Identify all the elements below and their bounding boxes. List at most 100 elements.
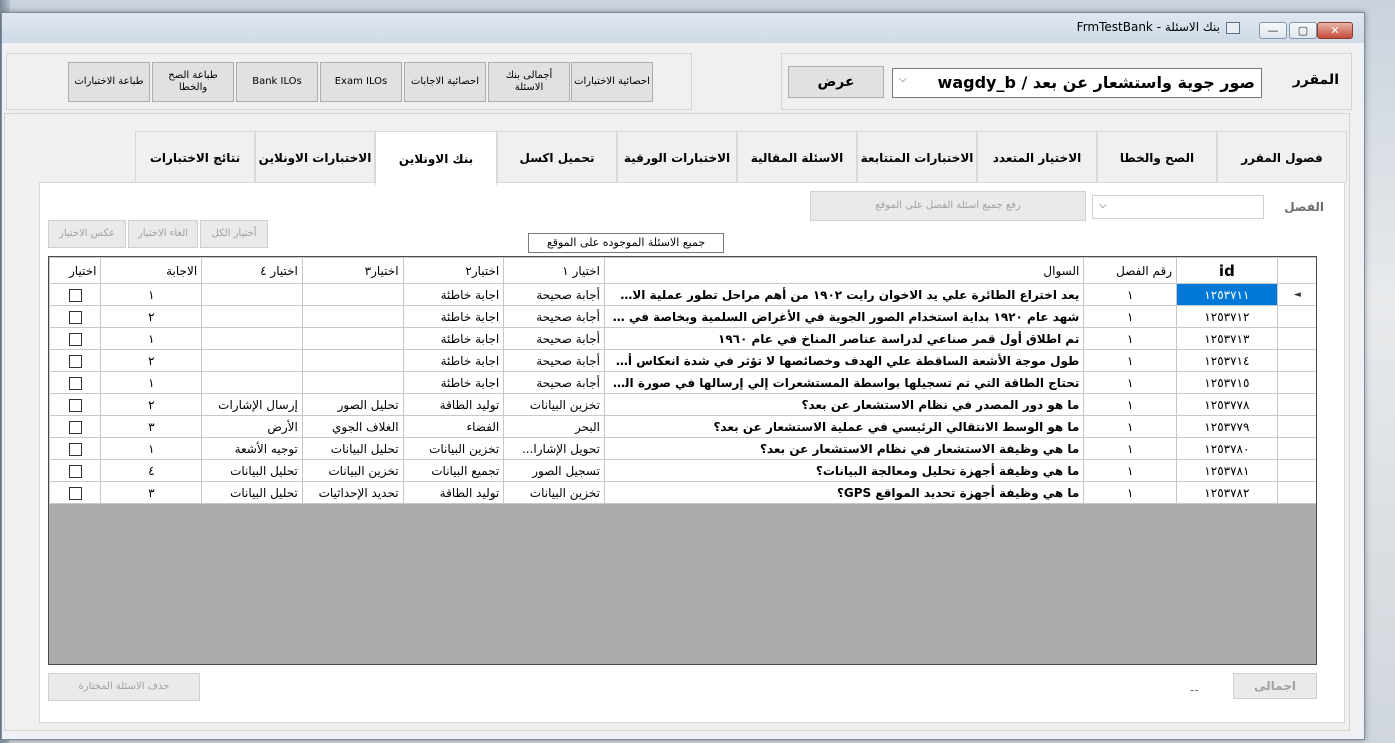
cell-choice-3[interactable]: تحديد الإحداثيات (301, 481, 404, 504)
cell-choice-3[interactable] (301, 349, 404, 372)
tab-essay-questions[interactable]: الاسئلة المقالية (737, 131, 857, 183)
cell-question[interactable]: ما هي وظيفة أجهزة تحليل ومعالجة البيانات… (603, 459, 1085, 482)
cell-id[interactable]: ١٢٥٣٧٧٩ (1176, 415, 1278, 438)
cell-choice-4[interactable] (201, 349, 303, 372)
deselect-button[interactable]: الغاء الاختيار (128, 220, 198, 248)
table-row[interactable]: ١٢٥٣٧٧٩ ١ ما هو الوسط الانتقالي الرئيسي في… (49, 415, 1316, 438)
cell-id[interactable]: ١٢٥٣٧١٢ (1176, 305, 1278, 328)
table-row[interactable]: ◄ ١٢٥٣٧١١ ١ يعد اختراع الطائرة علي يد الاخو… (49, 283, 1316, 306)
cell-question[interactable]: يعد اختراع الطائرة علي يد الاخوان رايت ١… (603, 283, 1085, 306)
show-button[interactable]: عرض (788, 66, 884, 98)
row-select-checkbox[interactable] (68, 354, 82, 368)
cell-choice-1[interactable]: أجابة صحيحة (503, 283, 605, 306)
answer-stats-button[interactable]: احصائية الاجابات (404, 62, 486, 102)
cell-chapter-number[interactable]: ١ (1083, 349, 1178, 372)
table-row[interactable]: ١٢٥٣٧١٢ ١ شهد عام ١٩٢٠ بداية استخدام الصور… (49, 305, 1316, 328)
minimize-button[interactable]: — (1259, 22, 1287, 39)
row-header[interactable] (1276, 305, 1316, 328)
maximize-button[interactable]: ▢ (1289, 22, 1317, 39)
cell-id[interactable]: ١٢٥٣٧١٤ (1176, 349, 1278, 372)
cell-chapter-number[interactable]: ١ (1083, 305, 1178, 328)
header-choice-2[interactable]: اختيار٢ (402, 257, 505, 284)
row-header[interactable] (1276, 393, 1316, 416)
cell-answer[interactable]: ٢ (100, 349, 203, 372)
cell-id[interactable]: ١٢٥٣٧١٣ (1176, 327, 1278, 350)
cell-select[interactable] (49, 393, 102, 416)
cell-choice-1[interactable]: البحر (503, 415, 605, 438)
cell-choice-4[interactable]: الأرض (201, 415, 303, 438)
tab-course-chapters[interactable]: فصول المقرر (1217, 131, 1347, 183)
cell-choice-4[interactable]: تحليل البيانات (201, 459, 303, 482)
cell-answer[interactable]: ١ (100, 327, 203, 350)
row-select-checkbox[interactable] (68, 332, 82, 346)
cell-select[interactable] (49, 283, 102, 306)
cell-select[interactable] (49, 371, 102, 394)
cell-chapter-number[interactable]: ١ (1083, 327, 1178, 350)
cell-choice-4[interactable] (201, 305, 303, 328)
cell-choice-3[interactable] (301, 283, 404, 306)
header-answer[interactable]: الاجابة (100, 257, 203, 284)
invert-selection-button[interactable]: عكس الاختيار (48, 220, 126, 248)
cell-answer[interactable]: ١ (100, 371, 203, 394)
header-choice-1[interactable]: اختيار ١ (503, 257, 605, 284)
cell-select[interactable] (49, 415, 102, 438)
cell-choice-3[interactable]: الغلاف الجوي (301, 415, 404, 438)
delete-selected-button[interactable]: حذف الاسئلة المختارة (48, 673, 200, 701)
cell-choice-1[interactable]: تحويل الإشارا... (503, 437, 605, 460)
row-header[interactable] (1276, 481, 1316, 504)
table-row[interactable]: ١٢٥٣٧١٤ ١ طول موجة الأشعة الساقطة علي الهد… (49, 349, 1316, 372)
cell-choice-3[interactable]: تحليل البيانات (301, 437, 404, 460)
cell-choice-2[interactable]: اجابة خاطئة (402, 305, 505, 328)
tab-paper-exams[interactable]: الاختبارات الورقية (617, 131, 737, 183)
row-select-checkbox[interactable] (68, 442, 82, 456)
course-select[interactable]: صور جوية واستشعار عن بعد / wagdy_b ⌵ (892, 68, 1262, 98)
cell-chapter-number[interactable]: ١ (1083, 437, 1178, 460)
cell-choice-1[interactable]: تخزين البيانات (503, 393, 605, 416)
cell-id[interactable]: ١٢٥٣٧١٥ (1176, 371, 1278, 394)
cell-question[interactable]: ما هو الوسط الانتقالي الرئيسي في عملية ا… (603, 415, 1085, 438)
cell-answer[interactable]: ٢ (100, 393, 203, 416)
cell-choice-4[interactable] (201, 327, 303, 350)
row-header[interactable] (1276, 437, 1316, 460)
header-select[interactable]: اختيار (49, 257, 102, 284)
cell-question[interactable]: تم اطلاق أول قمر صناعي لدراسة عناصر المن… (603, 327, 1085, 350)
cell-answer[interactable]: ٤ (100, 459, 203, 482)
header-id[interactable]: id (1176, 257, 1278, 284)
cell-choice-3[interactable] (301, 371, 404, 394)
cell-choice-4[interactable] (201, 371, 303, 394)
cell-choice-1[interactable]: أجابة صحيحة (503, 327, 605, 350)
cell-select[interactable] (49, 459, 102, 482)
cell-choice-2[interactable]: تجميع البيانات (402, 459, 505, 482)
row-select-checkbox[interactable] (68, 376, 82, 390)
cell-choice-2[interactable]: اجابة خاطئة (402, 327, 505, 350)
select-all-button[interactable]: أختيار الكل (200, 220, 268, 248)
chevron-down-icon[interactable]: ⌵ (1099, 200, 1107, 211)
cell-question[interactable]: ما هي وظيفة الاستشعار في نظام الاستشعار … (603, 437, 1085, 460)
cell-chapter-number[interactable]: ١ (1083, 481, 1178, 504)
cell-question[interactable]: تحتاج الطاقة التي تم تسجيلها بواسطة المس… (603, 371, 1085, 394)
row-header[interactable] (1276, 327, 1316, 350)
cell-choice-4[interactable]: توجيه الأشعة (201, 437, 303, 460)
row-header[interactable]: ◄ (1276, 283, 1316, 306)
cell-choice-3[interactable] (301, 305, 404, 328)
row-header[interactable] (1276, 349, 1316, 372)
cell-choice-3[interactable]: تخزين البيانات (301, 459, 404, 482)
cell-choice-2[interactable]: توليد الطاقة (402, 393, 505, 416)
cell-select[interactable] (49, 437, 102, 460)
cell-select[interactable] (49, 349, 102, 372)
cell-question[interactable]: شهد عام ١٩٢٠ بداية استخدام الصور الجوية … (603, 305, 1085, 328)
cell-choice-1[interactable]: تسجيل الصور (503, 459, 605, 482)
cell-choice-1[interactable]: أجابة صحيحة (503, 305, 605, 328)
cell-id[interactable]: ١٢٥٣٧٨٠ (1176, 437, 1278, 460)
cell-question[interactable]: طول موجة الأشعة الساقطة علي الهدف وخصائص… (603, 349, 1085, 372)
row-select-checkbox[interactable] (68, 464, 82, 478)
cell-id[interactable]: ١٢٥٣٧٨٢ (1176, 481, 1278, 504)
print-exams-button[interactable]: طباعة الاختبارات (68, 62, 150, 102)
cell-choice-2[interactable]: توليد الطاقة (402, 481, 505, 504)
cell-question[interactable]: ما هي وظيفة أجهزة تحديد المواقع GPS؟ (603, 481, 1085, 504)
cell-choice-2[interactable]: اجابة خاطئة (402, 283, 505, 306)
cell-chapter-number[interactable]: ١ (1083, 415, 1178, 438)
row-header[interactable] (1276, 459, 1316, 482)
tab-true-false[interactable]: الصح والخطا (1097, 131, 1217, 183)
tab-online-exams[interactable]: الاختبارات الاونلاين (255, 131, 375, 183)
